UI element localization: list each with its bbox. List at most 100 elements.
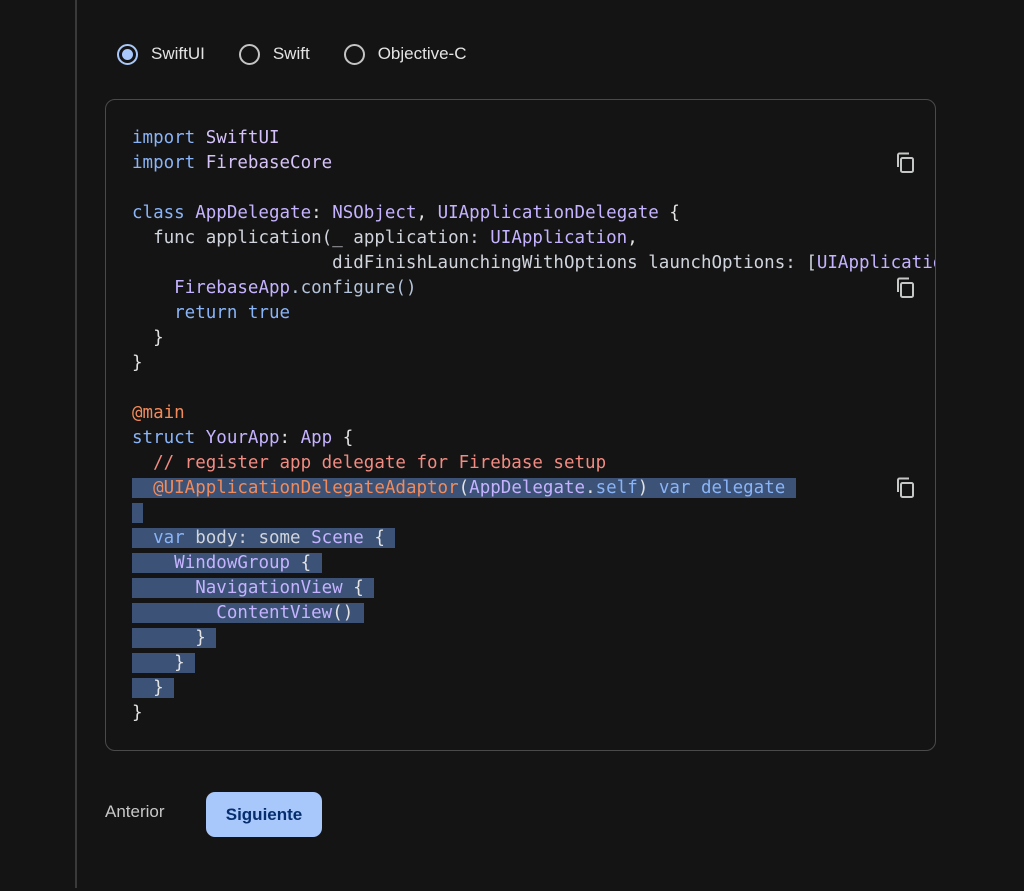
code-token: , bbox=[627, 228, 638, 248]
code-token: . bbox=[585, 478, 596, 498]
code-token: : bbox=[311, 203, 333, 223]
code-line: } bbox=[132, 651, 935, 676]
code-line: } bbox=[132, 326, 935, 351]
code-line: @UIApplicationDelegateAdaptor(AppDelegat… bbox=[132, 476, 935, 501]
code-token: { bbox=[290, 553, 322, 573]
code-token: { bbox=[332, 428, 354, 448]
next-button[interactable]: Siguiente bbox=[206, 792, 322, 837]
code-line: class AppDelegate: NSObject, UIApplicati… bbox=[132, 201, 935, 226]
code-token: NavigationView bbox=[195, 578, 343, 598]
code-token: SwiftUI bbox=[205, 128, 280, 148]
code-line: } bbox=[132, 626, 935, 651]
code-token: ( bbox=[458, 478, 470, 498]
code-token: App bbox=[300, 428, 333, 448]
code-line: } bbox=[132, 701, 935, 726]
radio-unselected-icon bbox=[343, 43, 365, 65]
code-token: body: some bbox=[195, 528, 312, 548]
code-token: ContentView bbox=[216, 603, 333, 623]
code-line: import FirebaseCore bbox=[132, 151, 935, 176]
code-token: : bbox=[279, 428, 301, 448]
code-token: (_ application: bbox=[321, 228, 491, 248]
code-token: { bbox=[658, 203, 680, 223]
code-text: class AppDelegate: NSObject, UIApplicati… bbox=[132, 203, 680, 223]
code-text: FirebaseApp.configure() bbox=[132, 278, 417, 298]
platform-radio-group: SwiftUI Swift Objective-C bbox=[117, 40, 501, 68]
code-line: ContentView() bbox=[132, 601, 935, 626]
code-line: didFinishLaunchingWithOptions launchOpti… bbox=[132, 251, 935, 276]
code-token: } bbox=[132, 353, 143, 373]
code-token: FirebaseApp bbox=[174, 278, 291, 298]
selected-code-text bbox=[132, 503, 143, 523]
code-token: ) bbox=[637, 478, 659, 498]
code-text: } bbox=[132, 328, 164, 348]
code-line: import SwiftUI bbox=[132, 126, 935, 151]
radio-label: SwiftUI bbox=[151, 44, 205, 63]
code-line: FirebaseApp.configure() bbox=[132, 276, 935, 301]
code-token: } bbox=[132, 628, 217, 648]
selected-code-text: } bbox=[132, 653, 196, 673]
cropped-text-fragment bbox=[153, 0, 233, 2]
previous-button[interactable]: Anterior bbox=[105, 802, 165, 822]
code-token: func bbox=[132, 228, 206, 248]
code-token: } bbox=[132, 703, 143, 723]
code-token: didFinishLaunchingWithOptions launchOpti… bbox=[132, 253, 817, 273]
code-token: @main bbox=[132, 403, 185, 423]
code-token: .configure() bbox=[290, 278, 417, 298]
code-token: struct bbox=[132, 428, 206, 448]
radio-swiftui[interactable]: SwiftUI bbox=[117, 43, 205, 65]
code-token: { bbox=[363, 528, 396, 548]
code-line: } bbox=[132, 676, 935, 701]
code-text: struct YourApp: App { bbox=[132, 428, 353, 448]
code-token: import bbox=[132, 128, 206, 148]
code-line: WindowGroup { bbox=[132, 551, 935, 576]
code-token: } bbox=[132, 678, 175, 698]
code-token: import bbox=[132, 153, 206, 173]
code-block[interactable]: import SwiftUI import FirebaseCore class A… bbox=[132, 126, 935, 726]
selected-code-text: WindowGroup { bbox=[132, 553, 322, 573]
radio-unselected-icon bbox=[238, 43, 260, 65]
selected-code-text: } bbox=[132, 628, 217, 648]
code-token: FirebaseCore bbox=[205, 153, 333, 173]
code-token: () bbox=[332, 603, 364, 623]
code-token: , bbox=[416, 203, 438, 223]
code-line: struct YourApp: App { bbox=[132, 426, 935, 451]
copy-icon[interactable] bbox=[894, 476, 916, 500]
radio-objective-c[interactable]: Objective-C bbox=[343, 43, 467, 65]
code-line: @main bbox=[132, 401, 935, 426]
code-token: self bbox=[595, 478, 638, 498]
code-token: class bbox=[132, 203, 196, 223]
code-text: } bbox=[132, 353, 143, 373]
code-line: return true bbox=[132, 301, 935, 326]
code-token: AppDelegate bbox=[195, 203, 312, 223]
code-token: UIApplication bbox=[490, 228, 628, 248]
code-token: return true bbox=[132, 303, 291, 323]
code-line: var body: some Scene { bbox=[132, 526, 935, 551]
code-token: application bbox=[205, 228, 322, 248]
code-text: } bbox=[132, 703, 143, 723]
copy-icon[interactable] bbox=[894, 276, 916, 300]
copy-icon[interactable] bbox=[894, 151, 916, 175]
code-token: YourApp bbox=[205, 428, 280, 448]
code-text: @main bbox=[132, 403, 185, 423]
code-token: var delegate bbox=[658, 478, 796, 498]
code-snippet-box: import SwiftUI import FirebaseCore class A… bbox=[105, 99, 936, 751]
code-token: } bbox=[132, 328, 164, 348]
code-line: } bbox=[132, 351, 935, 376]
code-token: } bbox=[132, 653, 196, 673]
code-token: Scene bbox=[311, 528, 364, 548]
code-token: var bbox=[153, 528, 196, 548]
code-line: NavigationView { bbox=[132, 576, 935, 601]
radio-swift[interactable]: Swift bbox=[238, 43, 310, 65]
code-text: func application(_ application: UIApplic… bbox=[132, 228, 638, 248]
code-line: func application(_ application: UIApplic… bbox=[132, 226, 935, 251]
code-token: // register app delegate for Firebase se… bbox=[132, 453, 607, 473]
